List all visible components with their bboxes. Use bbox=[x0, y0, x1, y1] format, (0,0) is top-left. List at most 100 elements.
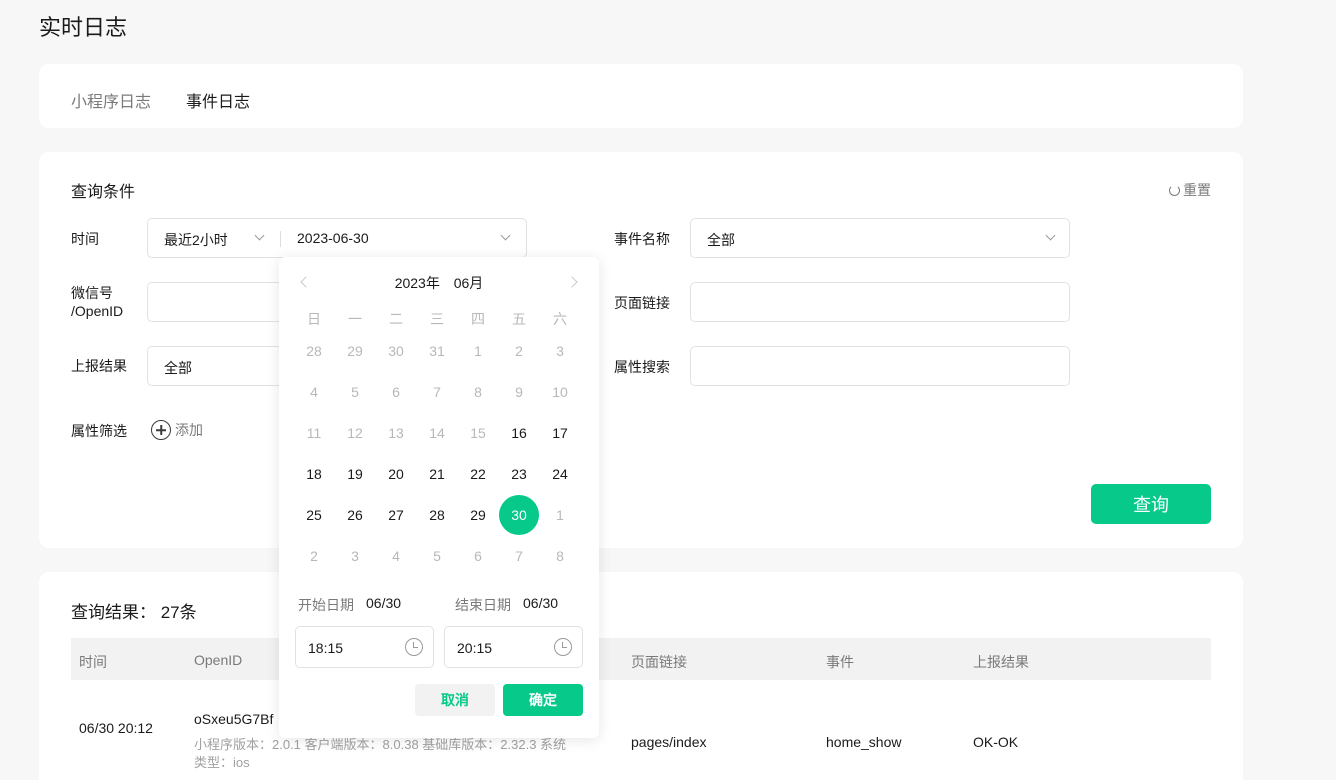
date-value: 2023-06-30 bbox=[297, 230, 369, 246]
start-date-value: 06/30 bbox=[366, 595, 402, 611]
calendar-day: 6 bbox=[392, 384, 400, 400]
calendar-day: 12 bbox=[347, 425, 363, 441]
calendar-day[interactable]: 26 bbox=[335, 495, 375, 535]
end-time-value: 20:15 bbox=[457, 640, 493, 656]
calendar-day[interactable]: 19 bbox=[335, 454, 375, 494]
calendar-day: 1 bbox=[556, 507, 564, 523]
tab-mini-program-log[interactable]: 小程序日志 bbox=[71, 88, 151, 112]
calendar-day[interactable]: 28 bbox=[417, 495, 457, 535]
time-range-value: 最近2小时 bbox=[164, 232, 228, 248]
calendar-day[interactable]: 18 bbox=[294, 454, 334, 494]
chevron-down-icon bbox=[254, 230, 265, 241]
results-title: 查询结果： 27条 bbox=[71, 603, 197, 622]
calendar-day: 2 bbox=[515, 343, 523, 359]
date-picker-popup: 2023年 06月 日一二三四五六 28 29 30 31 1 2 3 4 5 6 7 8 9 10 11 1… bbox=[279, 257, 599, 738]
calendar-day: 4 bbox=[392, 548, 400, 564]
table-header: 时间 OpenID 页面链接 事件 上报结果 bbox=[71, 638, 1211, 680]
calendar-day[interactable]: 22 bbox=[458, 454, 498, 494]
calendar-day[interactable]: 23 bbox=[499, 454, 539, 494]
query-button[interactable]: 查询 bbox=[1091, 484, 1211, 524]
weekday-label: 日 bbox=[307, 311, 321, 327]
cancel-button[interactable]: 取消 bbox=[415, 684, 495, 716]
weekday-label: 五 bbox=[512, 311, 526, 327]
reset-label: 重置 bbox=[1183, 182, 1211, 198]
event-name-select[interactable]: 全部 bbox=[690, 218, 1070, 258]
calendar-day[interactable]: 25 bbox=[294, 495, 334, 535]
wechat-label-line2: /OpenID bbox=[71, 303, 124, 319]
start-time-value: 18:15 bbox=[308, 640, 344, 656]
calendar-day: 30 bbox=[388, 343, 404, 359]
calendar-day: 5 bbox=[433, 548, 441, 564]
calendar-day: 9 bbox=[515, 384, 523, 400]
calendar-day[interactable]: 29 bbox=[458, 495, 498, 535]
tab-event-log[interactable]: 事件日志 bbox=[186, 88, 250, 112]
event-name-label: 事件名称 bbox=[614, 231, 670, 247]
attr-search-input[interactable] bbox=[690, 346, 1070, 386]
calendar-day: 10 bbox=[552, 384, 568, 400]
column-header-openid: OpenID bbox=[194, 652, 243, 668]
calendar-day[interactable]: 24 bbox=[540, 454, 580, 494]
wechat-label-line1: 微信号 bbox=[71, 285, 113, 301]
row-result: OK-OK bbox=[973, 734, 1019, 750]
calendar-day[interactable]: 16 bbox=[499, 413, 539, 453]
calendar-month[interactable]: 06月 bbox=[454, 275, 484, 291]
results-card: 查询结果： 27条 时间 OpenID 页面链接 事件 上报结果 06/30 2… bbox=[39, 572, 1243, 780]
end-time-input[interactable]: 20:15 bbox=[444, 626, 583, 668]
page-link-input[interactable] bbox=[690, 282, 1070, 322]
start-date-label: 开始日期 bbox=[298, 597, 354, 613]
reset-button[interactable]: 重置 bbox=[1169, 180, 1211, 200]
calendar-day: 29 bbox=[347, 343, 363, 359]
refresh-icon bbox=[1169, 184, 1180, 196]
calendar-day: 6 bbox=[474, 548, 482, 564]
row-openid: oSxeu5G7Bf bbox=[194, 711, 274, 727]
calendar-header: 2023年 06月 bbox=[279, 273, 599, 293]
row-info-line1: 小程序版本：2.0.1 客户端版本：8.0.38 基础库版本：2.32.3 系统 bbox=[194, 737, 567, 752]
calendar-day: 8 bbox=[556, 548, 564, 564]
date-select[interactable]: 2023-06-30 bbox=[281, 219, 526, 257]
calendar-day[interactable]: 20 bbox=[376, 454, 416, 494]
calendar-day-selected[interactable]: 30 bbox=[499, 495, 539, 535]
clock-icon bbox=[405, 638, 423, 656]
calendar-day: 28 bbox=[306, 343, 322, 359]
report-result-value: 全部 bbox=[164, 360, 192, 376]
chevron-down-icon bbox=[500, 230, 511, 241]
tabs-card: 小程序日志 事件日志 bbox=[39, 64, 1243, 128]
attr-search-label: 属性搜索 bbox=[614, 359, 670, 375]
event-name-value: 全部 bbox=[707, 232, 735, 248]
calendar-day: 13 bbox=[388, 425, 404, 441]
weekday-label: 六 bbox=[553, 311, 567, 327]
plus-circle-icon bbox=[151, 420, 171, 440]
confirm-button[interactable]: 确定 bbox=[503, 684, 583, 716]
calendar-day: 5 bbox=[351, 384, 359, 400]
calendar-day[interactable]: 21 bbox=[417, 454, 457, 494]
calendar-day: 4 bbox=[310, 384, 318, 400]
calendar-day: 7 bbox=[433, 384, 441, 400]
attr-filter-label: 属性筛选 bbox=[71, 423, 127, 439]
query-conditions-card: 查询条件 重置 时间 最近2小时 2023-06-30 微信号 /OpenID … bbox=[39, 152, 1243, 548]
chevron-down-icon bbox=[1045, 230, 1056, 241]
end-date-label: 结束日期 bbox=[455, 597, 511, 613]
calendar-day[interactable]: 27 bbox=[376, 495, 416, 535]
calendar-year[interactable]: 2023年 bbox=[395, 275, 440, 291]
weekday-label: 四 bbox=[471, 311, 485, 327]
calendar-day: 14 bbox=[429, 425, 445, 441]
column-header-result: 上报结果 bbox=[973, 654, 1029, 670]
page-link-label: 页面链接 bbox=[614, 295, 670, 311]
clock-icon bbox=[554, 638, 572, 656]
report-result-label: 上报结果 bbox=[71, 358, 127, 374]
time-range-select[interactable]: 最近2小时 bbox=[148, 219, 280, 257]
weekday-label: 二 bbox=[389, 311, 403, 327]
calendar-day: 11 bbox=[306, 425, 322, 441]
time-label: 时间 bbox=[71, 231, 99, 247]
weekday-label: 一 bbox=[348, 311, 362, 327]
table-row[interactable]: 06/30 20:12 oSxeu5G7Bf 小程序版本：2.0.1 客户端版本… bbox=[71, 680, 1211, 780]
calendar-day[interactable]: 17 bbox=[540, 413, 580, 453]
column-header-time: 时间 bbox=[79, 654, 107, 670]
time-field: 最近2小时 2023-06-30 bbox=[147, 218, 527, 258]
calendar-day: 3 bbox=[351, 548, 359, 564]
calendar-day: 8 bbox=[474, 384, 482, 400]
calendar-day: 15 bbox=[470, 425, 486, 441]
add-filter-button[interactable]: 添加 bbox=[151, 420, 203, 440]
start-time-input[interactable]: 18:15 bbox=[295, 626, 434, 668]
column-header-page-link: 页面链接 bbox=[631, 654, 687, 670]
